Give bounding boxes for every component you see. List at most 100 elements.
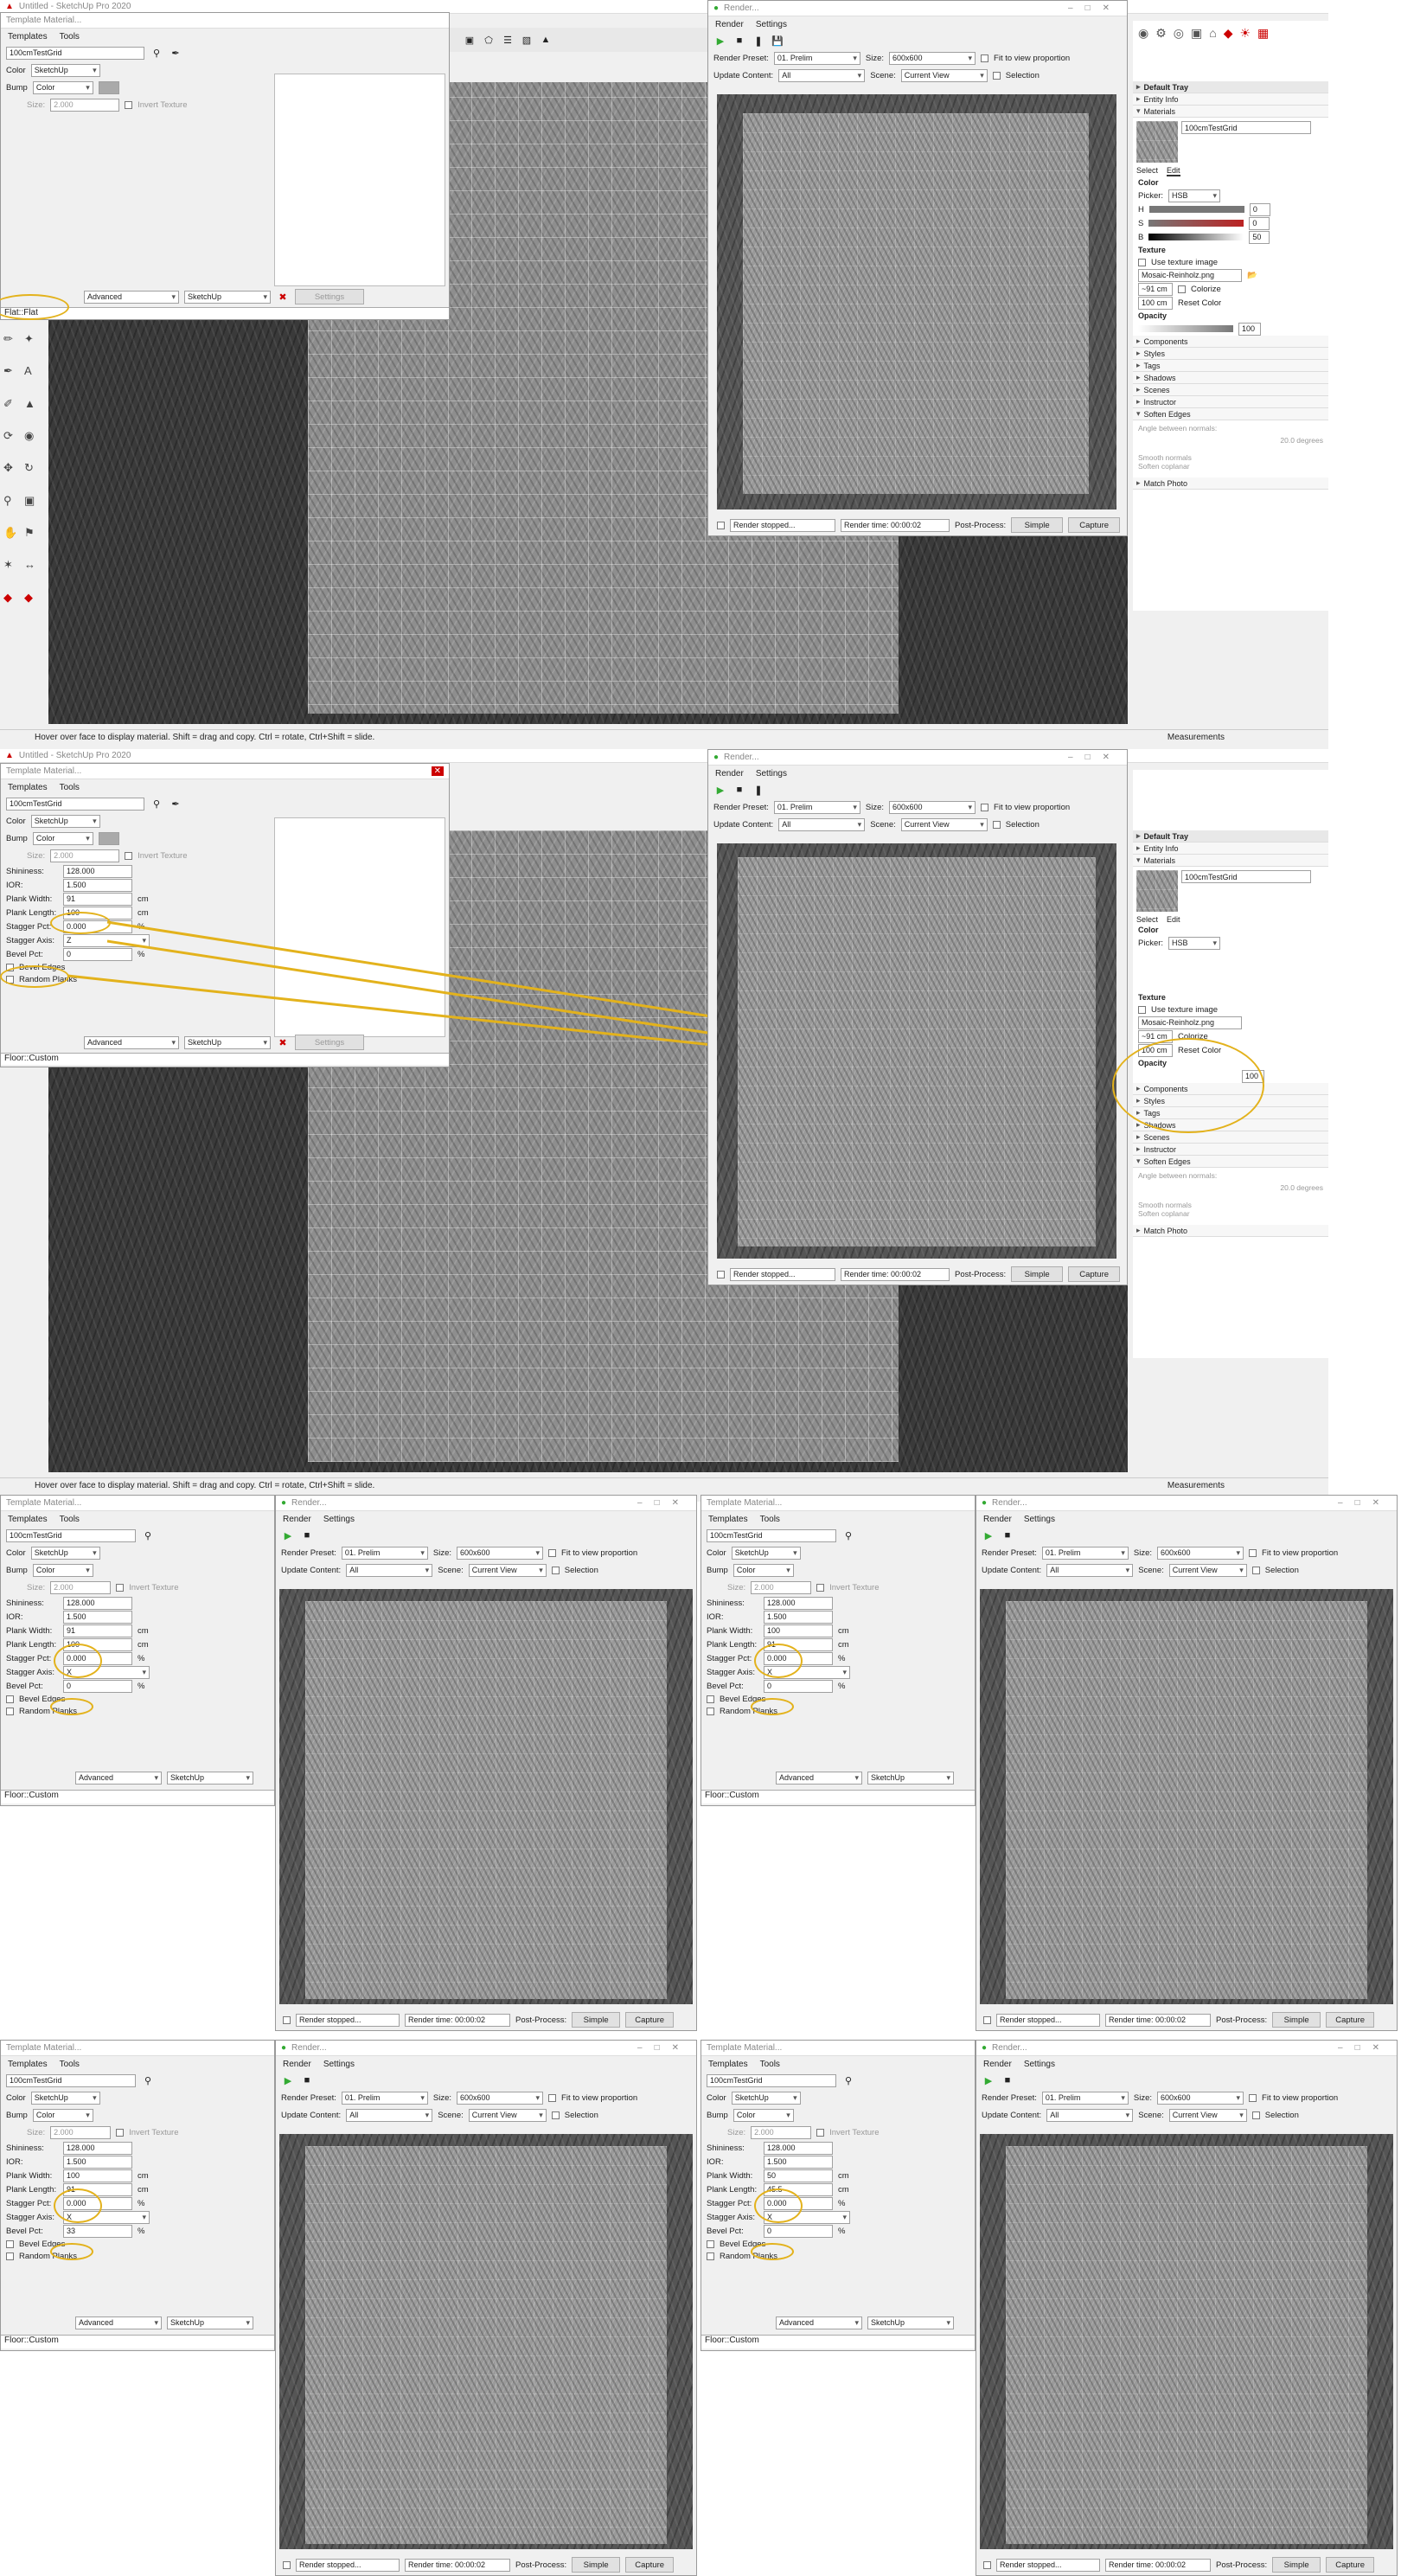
tray-material-name-b[interactable]: 100cmTestGrid — [1181, 870, 1311, 883]
color-select[interactable]: SketchUp — [731, 2091, 801, 2105]
random-planks-checkbox[interactable] — [707, 2252, 714, 2260]
size-input[interactable]: 2.000 — [751, 2125, 812, 2139]
preset-select[interactable]: 01. Prelim — [341, 1546, 428, 1560]
use-texture-checkbox-b[interactable] — [1138, 1005, 1146, 1014]
invert-checkbox[interactable] — [816, 1583, 825, 1592]
menu-templates[interactable]: Templates — [708, 1515, 748, 1524]
update-select[interactable]: All — [346, 2108, 433, 2122]
tray-instructor-b[interactable]: Instructor — [1133, 1144, 1328, 1156]
bump-select[interactable]: Color — [732, 2108, 794, 2122]
size-select[interactable]: 600x600 — [1157, 1546, 1244, 1560]
size-input[interactable]: 2.000 — [50, 2125, 112, 2139]
capture-button[interactable]: Capture — [1326, 2557, 1375, 2573]
pause-icon[interactable]: ❚ — [752, 783, 765, 797]
update-select[interactable]: All — [1046, 2108, 1134, 2122]
color-select[interactable]: SketchUp — [731, 1546, 801, 1560]
material-name-input[interactable]: 100cmTestGrid — [707, 2073, 836, 2087]
selection-checkbox[interactable] — [551, 2111, 560, 2119]
update-select[interactable]: All — [346, 1563, 433, 1577]
shininess-input[interactable]: 128.000 — [63, 1596, 132, 1610]
bevel-pct-input[interactable]: 33 — [63, 2224, 132, 2238]
menu-tools[interactable]: Tools — [760, 2060, 780, 2069]
capture-button[interactable]: Capture — [1326, 2012, 1375, 2028]
simple-button[interactable]: Simple — [1272, 2557, 1321, 2573]
shininess-input[interactable]: 128.000 — [764, 2141, 833, 2155]
plank-width-input[interactable]: 50 — [764, 2169, 833, 2182]
shininess-input[interactable]: 128.000 — [764, 1596, 833, 1610]
scene-select-b[interactable]: Current View — [900, 817, 988, 831]
search-icon[interactable]: ⚲ — [841, 1528, 855, 1542]
size-input[interactable]: 2.000 — [50, 1580, 112, 1594]
capture-button[interactable]: Capture — [625, 2557, 675, 2573]
menu-settings[interactable]: Settings — [323, 2060, 355, 2069]
window-controls-icon[interactable]: –□✕ — [637, 1498, 691, 1508]
scene-select[interactable]: Current View — [468, 1563, 547, 1577]
invert-checkbox[interactable] — [816, 2128, 825, 2137]
size-input[interactable]: 2.000 — [751, 1580, 812, 1594]
fit-checkbox[interactable] — [1249, 1548, 1257, 1557]
shininess-input[interactable]: 128.000 — [63, 2141, 132, 2155]
window-controls-icon[interactable]: –□✕ — [1338, 1498, 1391, 1508]
menu-settings-b[interactable]: Settings — [756, 769, 787, 779]
bevel-pct-input[interactable]: 0 — [63, 1679, 132, 1693]
menu-settings[interactable]: Settings — [323, 1515, 355, 1524]
color-select[interactable]: SketchUp — [30, 1546, 100, 1560]
size-select[interactable]: 600x600 — [457, 1546, 544, 1560]
random-planks-checkbox[interactable] — [6, 1707, 14, 1715]
menu-tools[interactable]: Tools — [60, 2060, 80, 2069]
bump-select[interactable]: Color — [32, 1563, 93, 1577]
scene-select[interactable]: Current View — [468, 2108, 547, 2122]
size-select-b[interactable]: 600x600 — [889, 800, 976, 814]
fit-checkbox-b[interactable] — [981, 803, 989, 811]
simple-button[interactable]: Simple — [572, 2012, 621, 2028]
menu-templates[interactable]: Templates — [708, 2060, 748, 2069]
ior-input[interactable]: 1.500 — [764, 1610, 833, 1624]
update-select[interactable]: All — [1046, 1563, 1134, 1577]
capture-button[interactable]: Capture — [625, 2012, 675, 2028]
bevel-edges-checkbox[interactable] — [707, 1695, 714, 1703]
tray-soften-edges-b[interactable]: Soften Edges — [1133, 1156, 1328, 1168]
sketchup-select[interactable]: SketchUp — [167, 1771, 253, 1785]
scene-select[interactable]: Current View — [1168, 1563, 1247, 1577]
tray-scenes-b[interactable]: Scenes — [1133, 1131, 1328, 1144]
material-name-input[interactable]: 100cmTestGrid — [6, 1528, 136, 1542]
simple-button[interactable]: Simple — [572, 2557, 621, 2573]
soften-coplanar-b[interactable]: Soften coplanar — [1133, 1209, 1328, 1218]
window-controls-icon[interactable]: –□✕ — [1338, 2043, 1391, 2053]
plank-width-input[interactable]: 91 — [63, 1624, 132, 1637]
invert-checkbox[interactable] — [116, 1583, 125, 1592]
bevel-pct-input[interactable]: 0 — [764, 2224, 833, 2238]
menu-tools[interactable]: Tools — [60, 1515, 80, 1524]
random-planks-checkbox[interactable] — [707, 1707, 714, 1715]
tab-edit-b[interactable]: Edit — [1167, 915, 1180, 924]
menu-render[interactable]: Render — [983, 2060, 1012, 2069]
menu-templates[interactable]: Templates — [8, 1515, 48, 1524]
picker-select-b[interactable]: HSB — [1168, 936, 1221, 950]
advanced-select[interactable]: Advanced — [776, 1771, 862, 1785]
stop-icon[interactable]: ■ — [300, 1528, 314, 1542]
menu-render[interactable]: Render — [283, 2060, 311, 2069]
size-select[interactable]: 600x600 — [457, 2091, 544, 2105]
ior-input[interactable]: 1.500 — [63, 1610, 132, 1624]
render-status-checkbox[interactable] — [283, 2015, 291, 2024]
stop-icon[interactable]: ■ — [300, 2073, 314, 2087]
bevel-pct-input[interactable]: 0 — [764, 1679, 833, 1693]
render-status-checkbox-b[interactable] — [717, 1270, 725, 1278]
invert-checkbox[interactable] — [116, 2128, 125, 2137]
smooth-normals-b[interactable]: Smooth normals — [1133, 1192, 1328, 1209]
bevel-edges-checkbox[interactable] — [6, 2240, 14, 2248]
preset-select-b[interactable]: 01. Prelim — [773, 800, 860, 814]
tab-select-b[interactable]: Select — [1136, 915, 1158, 924]
simple-button[interactable]: Simple — [1272, 2012, 1321, 2028]
bevel-edges-checkbox[interactable] — [707, 2240, 714, 2248]
random-planks-checkbox[interactable] — [6, 2252, 14, 2260]
tray-entity-info-b[interactable]: Entity Info — [1133, 843, 1328, 855]
texture-file-b[interactable]: Mosaic-Reinholz.png — [1138, 1016, 1242, 1029]
play-icon[interactable]: ▶ — [281, 2073, 295, 2087]
fit-checkbox[interactable] — [548, 1548, 557, 1557]
search-icon[interactable]: ⚲ — [141, 2073, 155, 2087]
menu-render[interactable]: Render — [983, 1515, 1012, 1524]
bump-select[interactable]: Color — [732, 1563, 794, 1577]
play-icon[interactable]: ▶ — [982, 1528, 995, 1542]
simple-button-b[interactable]: Simple — [1011, 1266, 1064, 1282]
